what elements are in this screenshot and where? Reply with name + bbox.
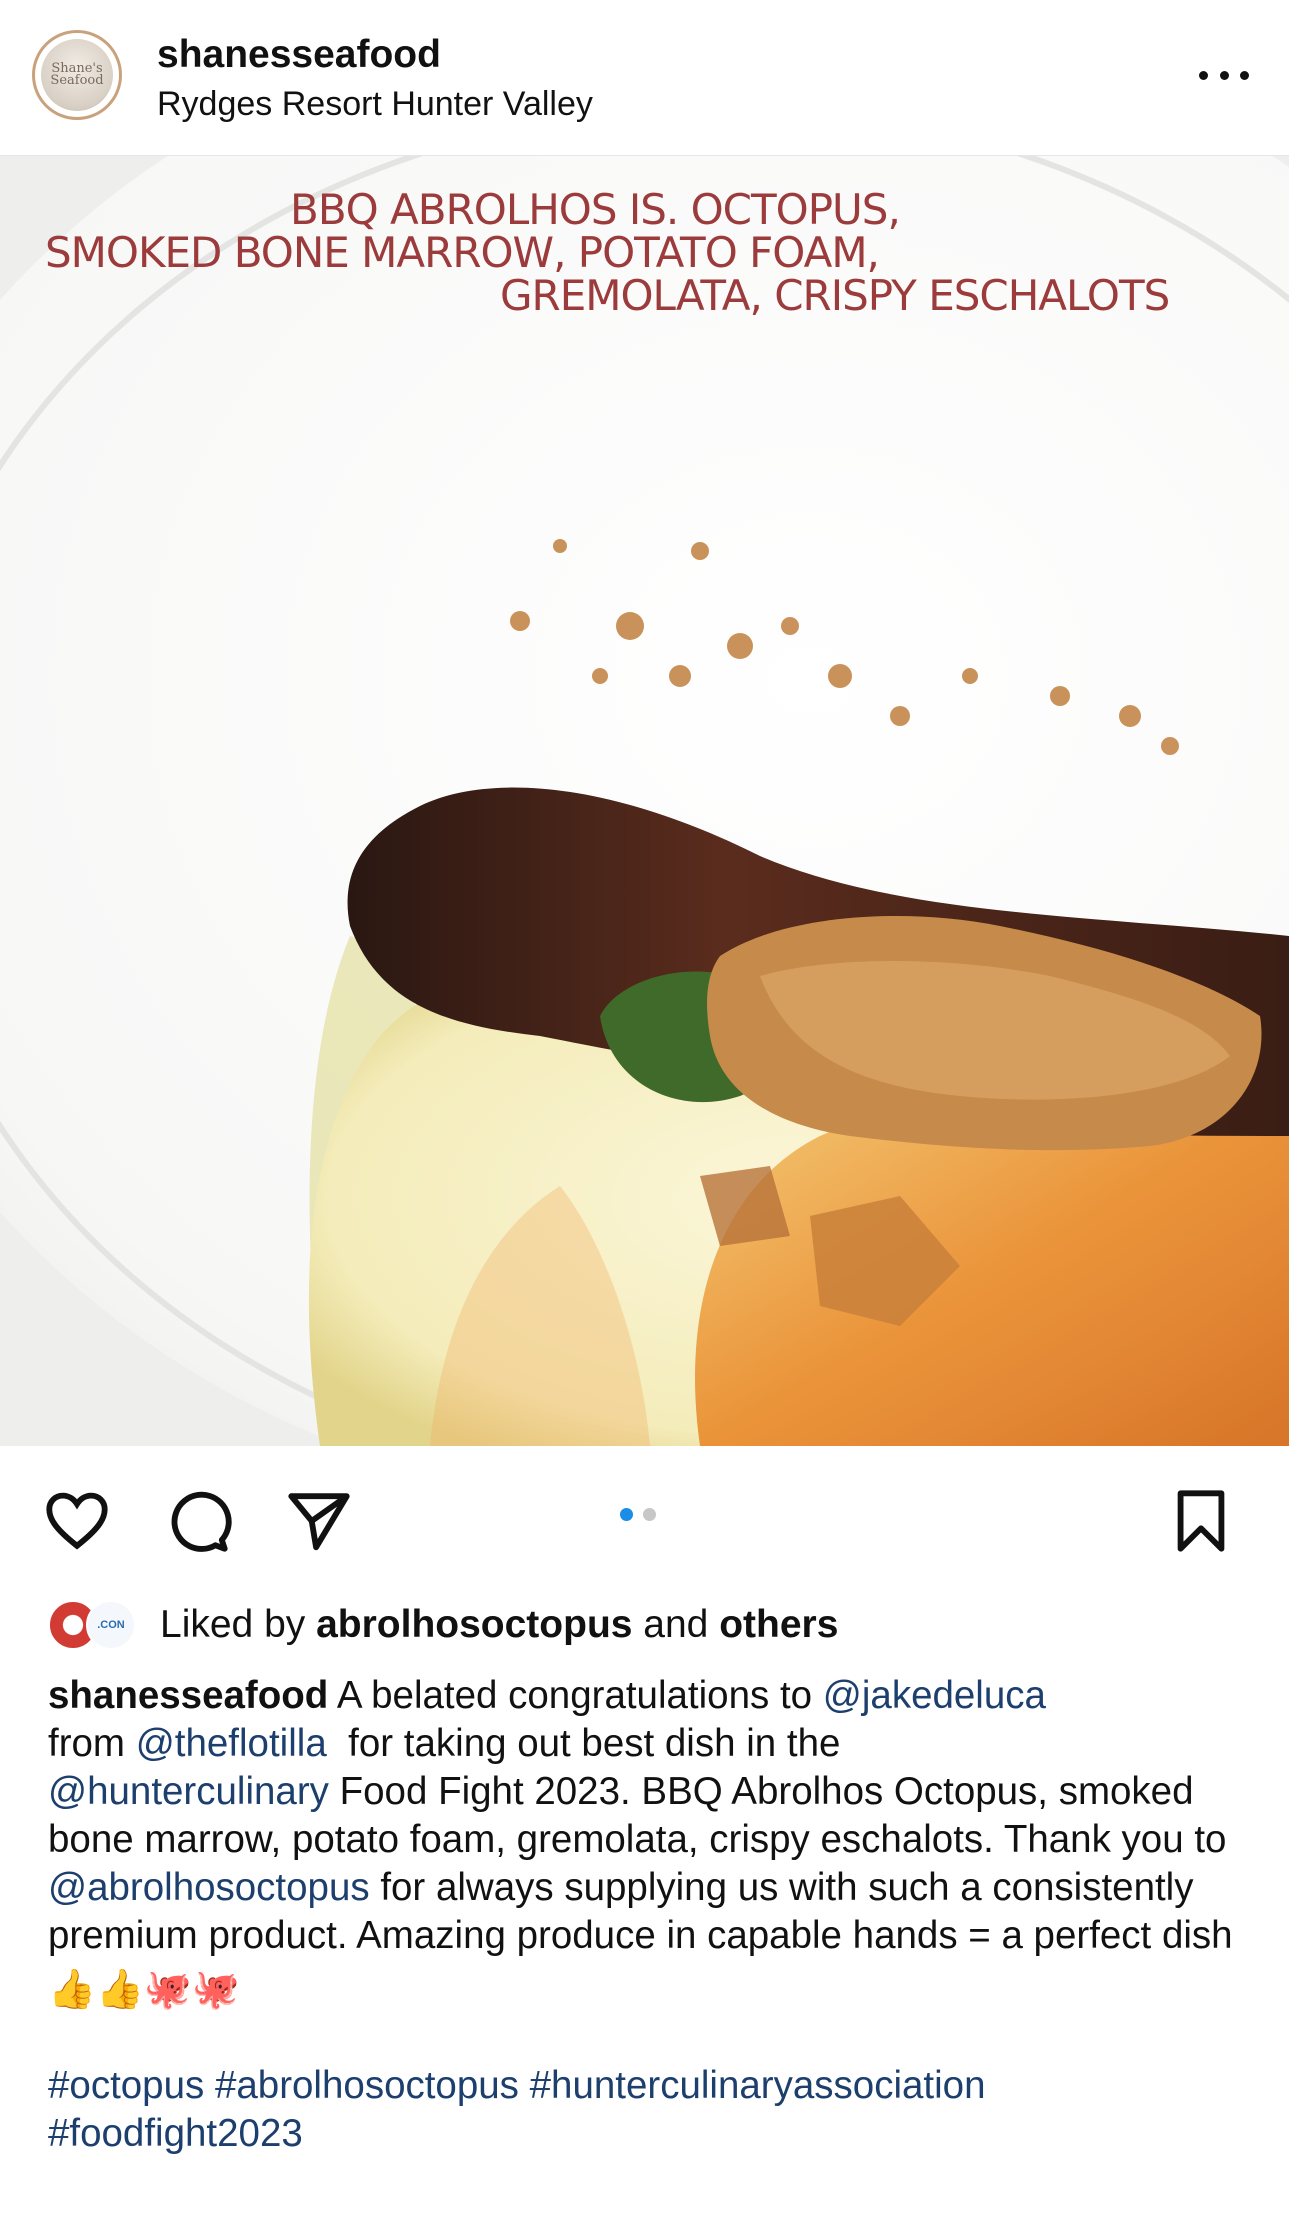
more-icon[interactable] <box>1199 55 1249 95</box>
mention-link[interactable]: @hunterculinary <box>48 1770 329 1813</box>
caption-text: for taking out best dish in the <box>348 1722 841 1765</box>
hashtag-link[interactable]: #abrolhosoctopus <box>215 2064 519 2107</box>
mention-link[interactable]: @theflotilla <box>136 1722 327 1765</box>
caption-text: A belated congratulations to <box>336 1674 813 1717</box>
likes-prefix: Liked by <box>160 1603 306 1646</box>
mention-link[interactable]: @jakedeluca <box>823 1674 1046 1717</box>
more-dot <box>1240 70 1249 80</box>
carousel-dot[interactable] <box>643 1508 656 1521</box>
post-photo[interactable]: BBQ ABROLHOS IS. OCTOPUS, SMOKED BONE MA… <box>0 156 1289 1446</box>
food-plate-illustration <box>0 156 1289 1446</box>
bookmark-icon[interactable] <box>1166 1486 1236 1556</box>
octopus-emoji: 🐙 <box>143 1968 192 2011</box>
thumbs-up-emoji: 👍 <box>95 1968 144 2011</box>
post-header: Shane's Seafood shanesseafood Rydges Res… <box>0 0 1289 156</box>
hashtag-link[interactable]: #octopus <box>48 2064 204 2107</box>
hashtag-link[interactable]: #foodfight2023 <box>48 2112 303 2155</box>
profile-avatar[interactable]: Shane's Seafood <box>32 30 122 120</box>
liker-avatar: .CON <box>86 1600 136 1650</box>
post-username[interactable]: shanesseafood <box>157 33 441 77</box>
post-location[interactable]: Rydges Resort Hunter Valley <box>157 85 593 124</box>
mention-link[interactable]: @abrolhosoctopus <box>48 1866 370 1909</box>
likes-text: Liked by abrolhosoctopus and others <box>160 1603 838 1647</box>
carousel-indicator <box>620 1508 656 1521</box>
heart-icon[interactable] <box>42 1486 112 1556</box>
comment-icon[interactable] <box>162 1486 232 1556</box>
hashtag-link[interactable]: #hunterculinaryassociation <box>530 2064 986 2107</box>
likes-joiner: and <box>643 1603 709 1646</box>
thumbs-up-emoji: 👍 <box>48 1968 96 2011</box>
carousel-dot-active[interactable] <box>620 1508 633 1521</box>
avatar-logo: Shane's Seafood <box>41 39 113 111</box>
image-text-line-3: GREMOLATA, CRISPY ESCHALOTS <box>500 271 1170 320</box>
more-dot <box>1199 70 1208 80</box>
likes-row[interactable]: .CON Liked by abrolhosoctopus and others <box>48 1595 1248 1653</box>
likes-others[interactable]: others <box>719 1603 838 1646</box>
likes-user[interactable]: abrolhosoctopus <box>316 1603 632 1646</box>
share-icon[interactable] <box>284 1486 354 1556</box>
caption-text: from <box>48 1722 125 1765</box>
image-text-line-2: SMOKED BONE MARROW, POTATO FOAM, <box>45 228 880 277</box>
caption-username[interactable]: shanesseafood <box>48 1674 328 1717</box>
more-dot <box>1219 70 1229 80</box>
octopus-emoji: 🐙 <box>191 1968 240 2011</box>
post-caption: shanesseafood A belated congratulations … <box>48 1672 1248 2158</box>
image-text-line-1: BBQ ABROLHOS IS. OCTOPUS, <box>290 185 901 234</box>
